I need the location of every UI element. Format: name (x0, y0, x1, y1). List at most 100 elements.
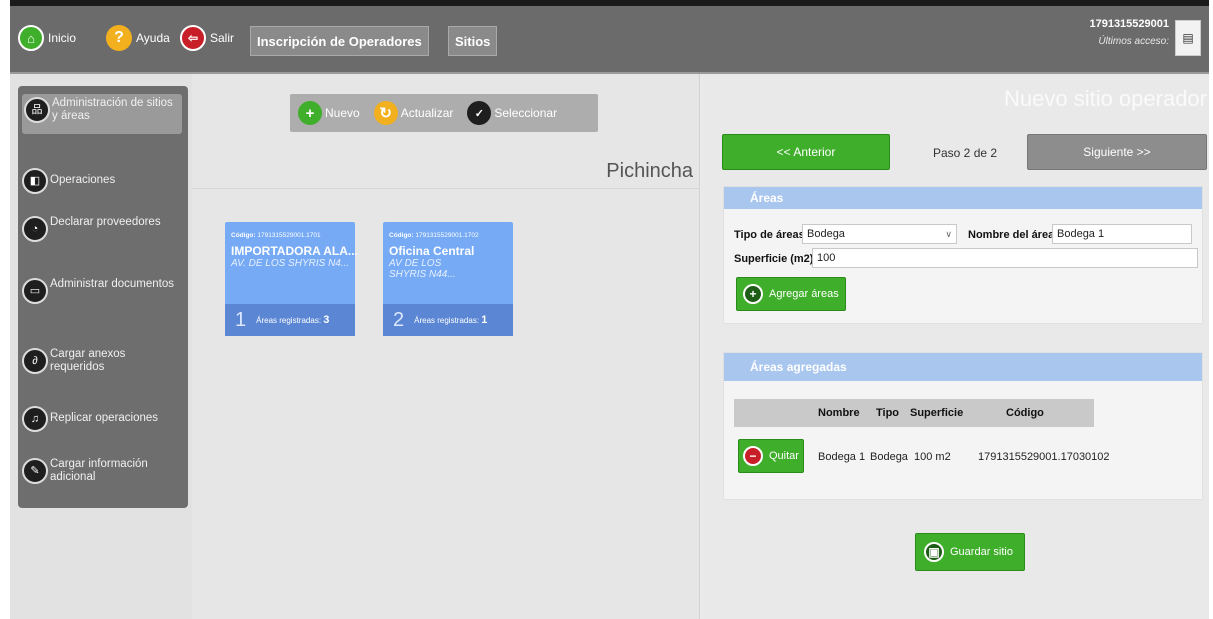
site-code: Código: 1791315529001.1701 (231, 232, 321, 239)
area-type-value: Bodega (807, 228, 845, 240)
sidebar-item-label: Declarar proveedores (50, 216, 161, 228)
select-button[interactable]: ✓ Seleccionar (467, 101, 557, 125)
area-name-label: Nombre del área (968, 229, 1055, 241)
refresh-icon: ↻ (373, 101, 398, 125)
sidebar-item-proveedores[interactable]: ◔ Declarar proveedores (22, 216, 182, 242)
site-card-footer: 1 Áreas registradas: 3 (225, 304, 355, 336)
col-superficie: Superficie (910, 407, 964, 419)
form-title: Nuevo sitio operador (1003, 86, 1207, 111)
sidebar-item-anexos[interactable]: ∂ Cargar anexos requeridos (22, 348, 182, 374)
area-type-label: Tipo de áreas (734, 229, 805, 241)
area-type-select[interactable]: Bodega ∨ (802, 224, 957, 244)
site-address: AV. DE LOS SHYRIS N4... (231, 258, 350, 269)
divider (192, 188, 700, 189)
home-label: Inicio (48, 31, 77, 45)
help-label: Ayuda (136, 31, 170, 45)
area-name-input[interactable]: Bodega 1 (1052, 224, 1192, 244)
tab-inscripcion-operadores[interactable]: Inscripción de Operadores (250, 26, 429, 56)
new-site-form: Nuevo sitio operador << Anterior Paso 2 … (701, 74, 1209, 619)
table-header: Nombre Tipo Superficie Código (734, 399, 1094, 427)
chevron-down-icon: ∨ (945, 228, 952, 239)
next-button[interactable]: Siguiente >> (1027, 134, 1207, 170)
col-nombre: Nombre (818, 407, 860, 419)
help-button[interactable]: ? Ayuda (106, 22, 170, 54)
surface-label: Superficie (m2) (734, 253, 814, 265)
cell-tipo: Bodega (870, 451, 908, 463)
sidebar-item-label: Replicar operaciones (50, 412, 159, 424)
sidebar-item-operaciones[interactable]: ◧ Operaciones (22, 168, 182, 194)
site-name: IMPORTADORA ALA... (231, 244, 358, 258)
last-access: Últimos acceso: (1098, 36, 1169, 47)
sidebar-item-documentos[interactable]: ▭ Administrar documentos (22, 278, 182, 304)
plus-icon: + (743, 284, 763, 304)
cell-superficie: 100 m2 (914, 451, 951, 463)
site-name: Oficina Central (389, 244, 475, 258)
new-label: Nuevo (325, 106, 360, 120)
sidebar-item-label: Cargar información adicional (50, 458, 148, 483)
site-card-footer: 2 Áreas registradas: 1 (383, 304, 513, 336)
remove-button[interactable]: − Quitar (738, 439, 804, 473)
save-site-button[interactable]: ▣ Guardar sitio (915, 533, 1025, 571)
tab-sitios[interactable]: Sitios (448, 26, 498, 56)
sidebar: 品 Administración de sitios y áreas ◧ Ope… (18, 86, 188, 508)
attachment-icon: ∂ (22, 348, 48, 374)
providers-icon: ◔ (22, 216, 48, 242)
added-areas-panel: Áreas agregadas Nombre Tipo Superficie C… (723, 352, 1203, 500)
col-codigo: Código (1006, 407, 1044, 419)
add-area-label: Agregar áreas (769, 288, 839, 300)
top-bar: ⌂ Inicio ? Ayuda ⇦ Salir Inscripción de … (10, 0, 1209, 74)
site-code: Código: 1791315529001.1702 (389, 232, 479, 239)
sitemap-icon: 品 (24, 97, 50, 123)
replicate-icon: ♫ (22, 406, 48, 432)
areas-header: Áreas (724, 187, 1202, 209)
logout-button[interactable]: ⇦ Salir (180, 22, 234, 54)
minus-icon: − (743, 446, 763, 466)
user-profile-icon[interactable]: ▤ (1175, 20, 1201, 56)
user-id: 1791315529001 (1089, 18, 1169, 30)
app-frame: ⌂ Inicio ? Ayuda ⇦ Salir Inscripción de … (10, 0, 1209, 619)
logout-icon: ⇦ (180, 25, 206, 51)
site-card[interactable]: Código: 1791315529001.1702 Oficina Centr… (383, 222, 513, 336)
documents-icon: ▭ (22, 278, 48, 304)
new-button[interactable]: + Nuevo (298, 101, 360, 125)
refresh-label: Actualizar (400, 106, 454, 120)
remove-label: Quitar (769, 450, 799, 462)
sites-toolbar: + Nuevo ↻ Actualizar ✓ Seleccionar (290, 94, 598, 132)
sidebar-item-label: Cargar anexos requeridos (50, 348, 126, 373)
areas-count: Áreas registradas: 3 (256, 314, 330, 326)
sidebar-item-label: Administrar documentos (50, 278, 174, 290)
logout-label: Salir (210, 31, 235, 45)
sidebar-item-label: Administración de sitios y áreas (52, 97, 173, 122)
sites-panel: + Nuevo ↻ Actualizar ✓ Seleccionar Pichi… (192, 74, 700, 619)
home-button[interactable]: ⌂ Inicio (18, 22, 76, 54)
cell-codigo: 1791315529001.17030102 (978, 451, 1110, 463)
site-number: 1 (235, 308, 247, 331)
site-card[interactable]: Código: 1791315529001.1701 IMPORTADORA A… (225, 222, 358, 336)
site-number: 2 (393, 308, 405, 331)
areas-panel: Áreas Tipo de áreas Bodega ∨ Nombre del … (723, 186, 1203, 324)
home-icon: ⌂ (18, 25, 44, 51)
save-site-label: Guardar sitio (950, 546, 1013, 558)
previous-button[interactable]: << Anterior (722, 134, 890, 170)
areas-count: Áreas registradas: 1 (414, 314, 488, 326)
select-label: Seleccionar (494, 106, 558, 120)
info-icon: ✎ (22, 458, 48, 484)
sidebar-item-sitios-areas[interactable]: 品 Administración de sitios y áreas (22, 94, 182, 134)
refresh-button[interactable]: ↻ Actualizar (373, 101, 454, 125)
step-indicator: Paso 2 de 2 (933, 146, 998, 160)
province-label: Pichincha (606, 160, 693, 182)
sidebar-item-info-adicional[interactable]: ✎ Cargar información adicional (22, 458, 182, 484)
surface-input[interactable]: 100 (812, 248, 1198, 268)
sidebar-item-label: Operaciones (50, 174, 116, 186)
plus-icon: + (298, 101, 322, 125)
sidebar-item-replicar[interactable]: ♫ Replicar operaciones (22, 406, 182, 432)
add-area-button[interactable]: + Agregar áreas (736, 277, 846, 311)
cell-nombre: Bodega 1 (818, 451, 866, 463)
col-tipo: Tipo (876, 407, 900, 419)
save-icon: ▣ (924, 542, 944, 562)
operations-icon: ◧ (22, 168, 48, 194)
help-icon: ? (106, 25, 132, 51)
site-address: AV DE LOS SHYRIS N44... (389, 258, 456, 280)
added-areas-header: Áreas agregadas (724, 353, 1202, 381)
select-icon: ✓ (467, 101, 492, 125)
